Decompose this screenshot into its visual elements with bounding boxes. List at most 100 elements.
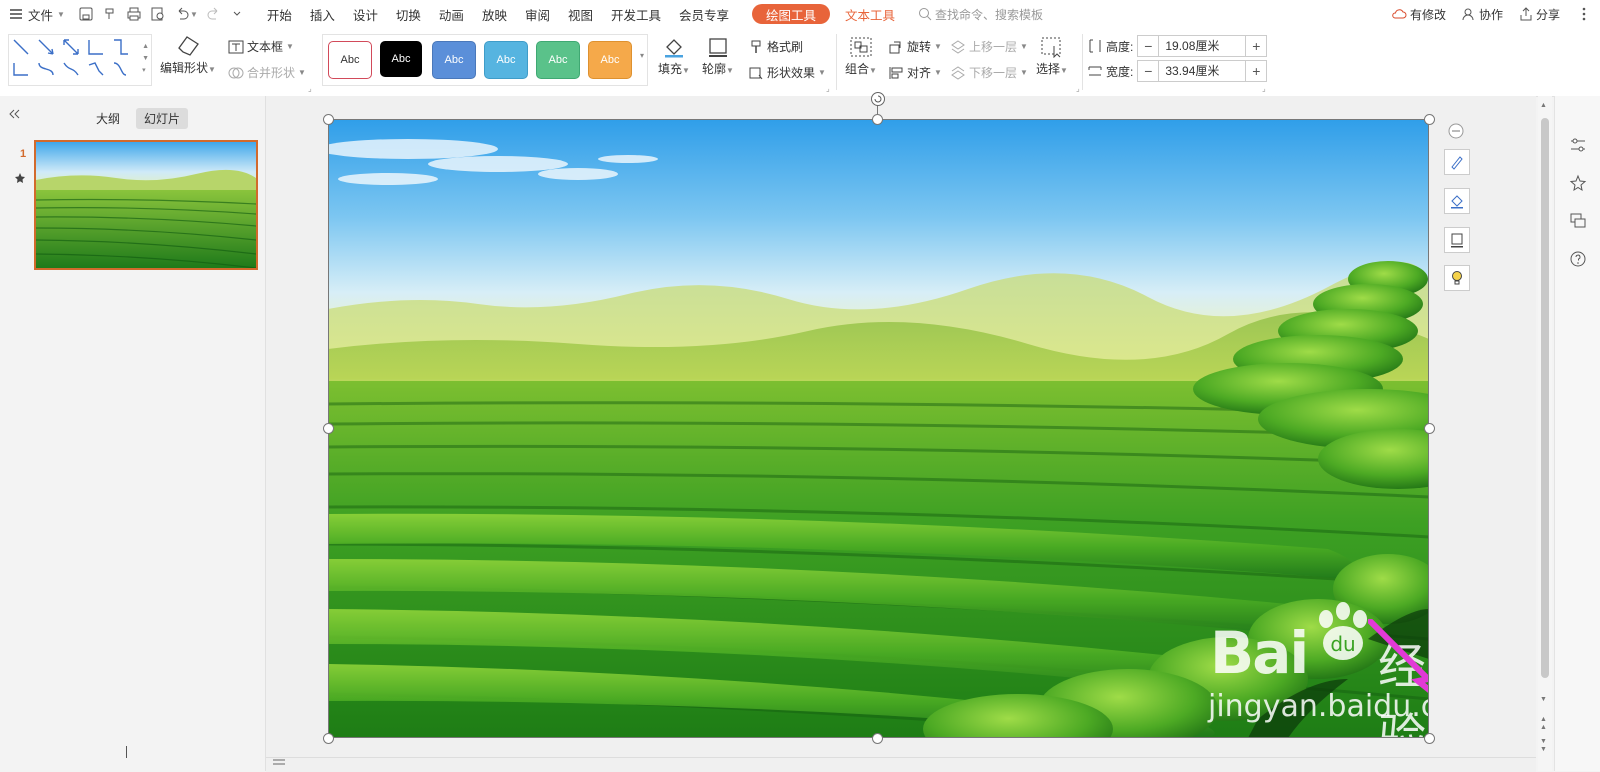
tab-drawing-tools[interactable]: 绘图工具 [752, 4, 831, 24]
undo-button[interactable]: ▼ [170, 0, 202, 28]
height-increase-button[interactable]: + [1246, 38, 1266, 54]
send-backward-button[interactable]: 下移一层 ▼ [950, 64, 1028, 81]
chevron-down-icon: ▼ [682, 66, 690, 75]
width-increase-button[interactable]: + [1246, 63, 1266, 79]
brush-icon [102, 6, 118, 22]
tab-text-tools[interactable]: 文本工具 [836, 0, 904, 28]
format-painter-button[interactable]: 格式刷 [748, 38, 803, 55]
notes-area[interactable] [266, 757, 1536, 772]
prev-slide-icon[interactable]: ▲ ▲ [1540, 716, 1547, 732]
group-expander-icon[interactable]: ⌟ [1262, 84, 1266, 93]
command-search[interactable]: 查找命令、搜索模板 [918, 6, 1238, 23]
animation-pane-button[interactable] [1569, 174, 1587, 195]
resize-handle-ne[interactable] [1424, 114, 1435, 125]
bring-forward-button[interactable]: 上移一层 ▼ [950, 38, 1028, 55]
rotate-handle[interactable] [871, 92, 885, 106]
collapse-panel-button[interactable] [8, 108, 20, 123]
more-options-button[interactable] [1568, 7, 1600, 21]
sliders-icon [1569, 136, 1587, 154]
customize-quick-access-button[interactable] [226, 0, 248, 28]
scrollbar-thumb[interactable] [1541, 118, 1549, 678]
print-preview-button[interactable] [146, 0, 170, 28]
gallery-scroll-arrows[interactable]: ▲ ▼ ▾ [142, 41, 149, 77]
group-expander-icon[interactable]: ⌟ [1076, 84, 1080, 93]
tab-member[interactable]: 会员专享 [670, 0, 738, 28]
group-expander-icon[interactable]: ⌟ [826, 84, 830, 93]
outline-button[interactable]: 轮廓▼ [702, 36, 734, 77]
float-idea-button[interactable] [1444, 265, 1470, 291]
scroll-down-arrow-icon[interactable]: ▼ [1540, 696, 1547, 703]
text-box-button[interactable]: 文本框 ▼ [228, 38, 294, 55]
properties-button[interactable] [1569, 136, 1587, 157]
float-outline-button[interactable] [1444, 227, 1470, 253]
group-button[interactable]: 组合▼ [845, 36, 877, 77]
width-input[interactable]: 33.94厘米 [1158, 61, 1247, 81]
style-green[interactable]: Abc [536, 41, 580, 79]
scroll-up-arrow-icon[interactable]: ▲ [1540, 102, 1547, 109]
tab-slideshow[interactable]: 放映 [473, 0, 516, 28]
height-decrease-button[interactable]: − [1138, 38, 1158, 54]
tab-view[interactable]: 视图 [559, 0, 602, 28]
slide-thumbnail[interactable] [34, 140, 258, 270]
selected-picture[interactable]: Bai du 经验 jingyan.baidu.com [328, 119, 1429, 738]
float-style-button[interactable] [1444, 149, 1470, 175]
save-button[interactable] [74, 0, 98, 28]
collaborate-button[interactable]: 协作 [1454, 6, 1511, 23]
tab-insert[interactable]: 插入 [301, 0, 344, 28]
tab-animation[interactable]: 动画 [430, 0, 473, 28]
file-menu[interactable]: 文件 ▼ [0, 0, 74, 28]
brush-icon [748, 39, 764, 55]
resize-handle-n[interactable] [872, 114, 883, 125]
tab-review[interactable]: 审阅 [516, 0, 559, 28]
rotate-icon [888, 39, 904, 55]
tab-transition[interactable]: 切换 [387, 0, 430, 28]
next-slide-icon[interactable]: ▼ ▼ [1540, 738, 1547, 754]
right-side-toolbar [1554, 96, 1600, 771]
select-button[interactable]: 选择▼ [1036, 36, 1068, 77]
resize-handle-nw[interactable] [323, 114, 334, 125]
style-black[interactable]: Abc [380, 41, 422, 77]
transition-pane-button[interactable] [1569, 212, 1587, 233]
resize-handle-se[interactable] [1424, 733, 1435, 744]
width-decrease-button[interactable]: − [1138, 63, 1158, 79]
float-fill-button[interactable] [1444, 188, 1470, 214]
modified-button[interactable]: 有修改 [1383, 6, 1454, 23]
resize-handle-s[interactable] [872, 733, 883, 744]
height-input[interactable]: 19.08厘米 [1158, 36, 1247, 56]
edit-shape-button[interactable]: 编辑形状▼ [160, 34, 216, 76]
shape-effect-button[interactable]: 形状效果 ▼ [748, 64, 826, 81]
height-icon [1088, 39, 1102, 53]
style-orange[interactable]: Abc [588, 41, 632, 79]
resize-handle-w[interactable] [323, 423, 334, 434]
styles-more-button[interactable]: ▾ [640, 51, 644, 60]
vertical-scrollbar[interactable]: ▲ ▼ ▲ ▲ ▼ ▼ [1538, 96, 1552, 771]
tab-start[interactable]: 开始 [258, 0, 301, 28]
tab-slides[interactable]: 幻灯片 [136, 108, 189, 129]
redo-button[interactable] [202, 0, 226, 28]
format-painter-quick-button[interactable] [98, 0, 122, 28]
resize-handle-sw[interactable] [323, 733, 334, 744]
tab-outline[interactable]: 大纲 [88, 108, 128, 129]
fill-button[interactable]: 填充▼ [658, 36, 690, 77]
merge-shape-button[interactable]: 合并形状 ▼ [228, 64, 306, 81]
shape-gallery[interactable]: ▲ ▼ ▾ [8, 34, 152, 86]
align-button[interactable]: 对齐 ▼ [888, 64, 942, 81]
star-icon [1569, 174, 1587, 192]
tab-developer[interactable]: 开发工具 [602, 0, 670, 28]
share-button[interactable]: 分享 [1511, 6, 1568, 23]
align-label: 对齐 [907, 66, 932, 80]
collapse-float-button[interactable] [1448, 123, 1464, 142]
more-vertical-icon [1582, 7, 1586, 21]
rotate-button[interactable]: 旋转 ▼ [888, 38, 942, 55]
group-expander-icon[interactable]: ⌟ [308, 84, 312, 93]
shape-styles-gallery: Abc Abc Abc Abc Abc Abc ▾ [322, 34, 648, 86]
style-blue[interactable]: Abc [432, 41, 476, 79]
style-sky[interactable]: Abc [484, 41, 528, 79]
print-button[interactable] [122, 0, 146, 28]
tab-design[interactable]: 设计 [344, 0, 387, 28]
redo-icon [206, 6, 222, 22]
resize-handle-e[interactable] [1424, 423, 1435, 434]
style-white-outline[interactable]: Abc [328, 41, 372, 79]
help-button[interactable] [1569, 250, 1587, 271]
bring-forward-label: 上移一层 [969, 40, 1018, 54]
